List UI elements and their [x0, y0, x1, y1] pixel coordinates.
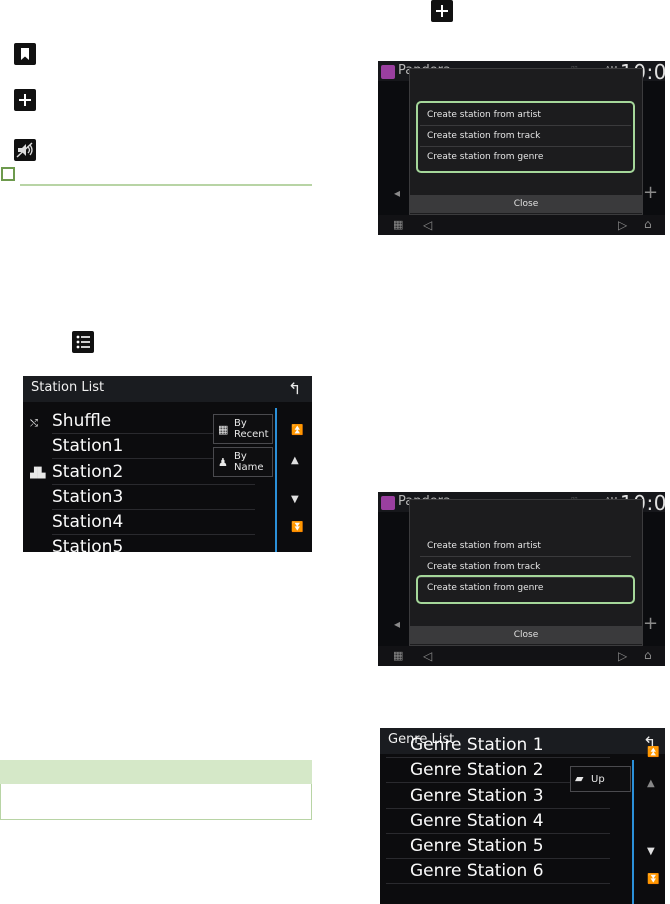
section-rule — [20, 184, 312, 186]
create-station-dialog: Create station from artist Create statio… — [409, 68, 643, 215]
up-folder-button[interactable]: ▰ Up — [570, 766, 631, 792]
list-icon — [72, 331, 94, 353]
back-arrow-icon[interactable]: ↰ — [288, 379, 301, 398]
note-body — [0, 784, 312, 820]
close-button[interactable]: Close — [410, 195, 642, 213]
genre-row[interactable]: Genre Station 6 — [386, 859, 610, 884]
scroll-down-icon[interactable]: ▼ — [647, 847, 655, 857]
plus-icon[interactable]: + — [643, 184, 658, 202]
calendar-icon: ▦ — [218, 423, 229, 436]
scrollbar[interactable] — [275, 408, 277, 552]
station-list-title: Station List — [31, 380, 105, 395]
menu-create-from-artist[interactable]: Create station from artist — [420, 536, 631, 557]
home-icon[interactable]: ⌂ — [644, 218, 652, 230]
bottom-bar: ▦ ◁ ▷ ⌂ — [378, 646, 665, 666]
genre-row[interactable]: Genre Station 5 — [386, 834, 610, 859]
station-list-screen: Station List ↰ ⤭ Shuffle Station1 ▟▙ Sta… — [23, 376, 312, 552]
sort-by-name-label: By Name — [234, 451, 264, 473]
station-row[interactable]: Station4 — [52, 510, 255, 535]
plus-icon — [14, 89, 36, 111]
shuffle-icon: ⤭ — [30, 418, 38, 429]
up-label: Up — [591, 774, 605, 785]
close-button[interactable]: Close — [410, 626, 642, 644]
station-row[interactable]: Station5 — [52, 535, 255, 552]
genre-list-screen: Genre List ↰ Genre Station 1 Genre Stati… — [380, 728, 665, 904]
sort-by-name-button[interactable]: ♟ By Name — [213, 447, 273, 477]
thumbs-down-sound-icon — [14, 139, 36, 161]
pandora-logo-icon — [381, 65, 395, 79]
sort-by-recent-label: By Recent — [234, 418, 269, 440]
scroll-bottom-icon[interactable]: ⏬ — [291, 523, 303, 533]
genre-row[interactable]: Genre Station 4 — [386, 809, 610, 834]
pandora-logo-icon — [381, 496, 395, 510]
sort-by-recent-button[interactable]: ▦ By Recent — [213, 414, 273, 444]
pandora-screen-2: Pandora ▯▯▮▮ AM 10:00 ◂ + Create station… — [378, 492, 665, 666]
back-icon[interactable]: ◁ — [423, 650, 432, 662]
station-row[interactable]: Station3 — [52, 485, 255, 510]
note-header — [0, 760, 312, 784]
station-list-header: Station List ↰ — [23, 376, 312, 402]
forward-icon[interactable]: ▷ — [618, 219, 627, 231]
plus-icon[interactable]: + — [643, 615, 658, 633]
thumbs-down-icon[interactable]: ◂ — [394, 618, 400, 630]
section-checkbox — [1, 167, 15, 181]
folder-up-icon: ▰ — [575, 772, 584, 785]
scroll-top-icon[interactable]: ⏫ — [647, 748, 659, 758]
bookmark-icon — [14, 43, 36, 65]
highlight-frame — [416, 575, 635, 604]
scroll-up-icon[interactable]: ▲ — [647, 779, 655, 789]
plus-icon-top — [431, 0, 453, 22]
bottom-bar: ▦ ◁ ▷ ⌂ — [378, 215, 665, 235]
scroll-down-icon[interactable]: ▼ — [291, 495, 299, 505]
apps-grid-icon[interactable]: ▦ — [393, 219, 403, 231]
scrollbar[interactable] — [632, 760, 634, 904]
forward-icon[interactable]: ▷ — [618, 650, 627, 662]
scroll-top-icon[interactable]: ⏫ — [291, 426, 303, 436]
now-playing-icon: ▟▙ — [30, 468, 46, 479]
person-icon: ♟ — [218, 456, 228, 469]
highlight-frame — [416, 101, 635, 173]
back-icon[interactable]: ◁ — [423, 219, 432, 231]
pandora-screen-1: Pandora ▯▯▮▮ AM 10:00 ◂ + Create station… — [378, 61, 665, 235]
home-icon[interactable]: ⌂ — [644, 649, 652, 661]
scroll-up-icon[interactable]: ▲ — [291, 456, 299, 466]
create-station-dialog: Create station from artist Create statio… — [409, 499, 643, 646]
thumbs-down-icon[interactable]: ◂ — [394, 187, 400, 199]
scroll-bottom-icon[interactable]: ⏬ — [647, 875, 659, 885]
genre-row[interactable]: Genre Station 1 — [386, 733, 610, 758]
apps-grid-icon[interactable]: ▦ — [393, 650, 403, 662]
